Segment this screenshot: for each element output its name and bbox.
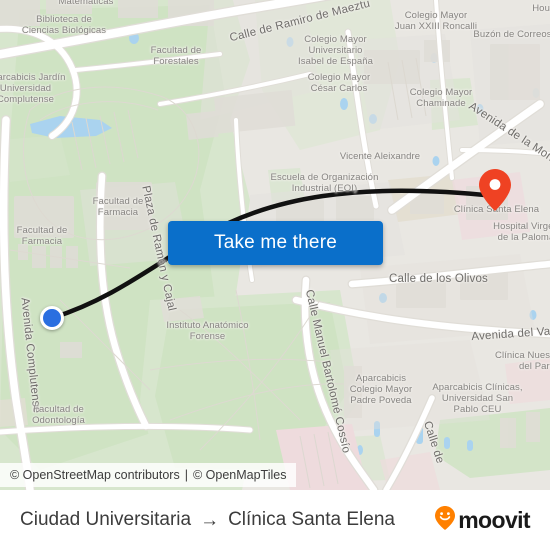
footer-bar: Ciudad Universitaria → Clínica Santa Ele…	[0, 490, 550, 550]
attribution-separator: |	[184, 468, 188, 482]
route-destination-label: Clínica Santa Elena	[228, 509, 395, 530]
origin-marker[interactable]	[40, 306, 64, 330]
route-summary: Ciudad Universitaria → Clínica Santa Ele…	[20, 509, 395, 531]
moovit-map-screenshot: .land{fill:#e9e7e2;} .green{fill:#d7e6cd…	[0, 0, 550, 550]
arrow-right-icon: →	[200, 509, 220, 531]
moovit-pin-icon	[434, 505, 456, 536]
map-canvas[interactable]: .land{fill:#e9e7e2;} .green{fill:#d7e6cd…	[0, 0, 550, 490]
attribution-osm[interactable]: © OpenStreetMap contributors	[10, 468, 180, 482]
destination-marker[interactable]	[478, 168, 512, 212]
map-attribution: © OpenStreetMap contributors | © OpenMap…	[0, 463, 297, 487]
route-origin-label: Ciudad Universitaria	[20, 509, 192, 530]
take-me-there-button[interactable]: Take me there	[168, 221, 383, 265]
attribution-openmaptiles[interactable]: © OpenMapTiles	[193, 468, 287, 482]
moovit-logo[interactable]: moovit	[434, 505, 531, 536]
moovit-wordmark: moovit	[458, 506, 530, 533]
